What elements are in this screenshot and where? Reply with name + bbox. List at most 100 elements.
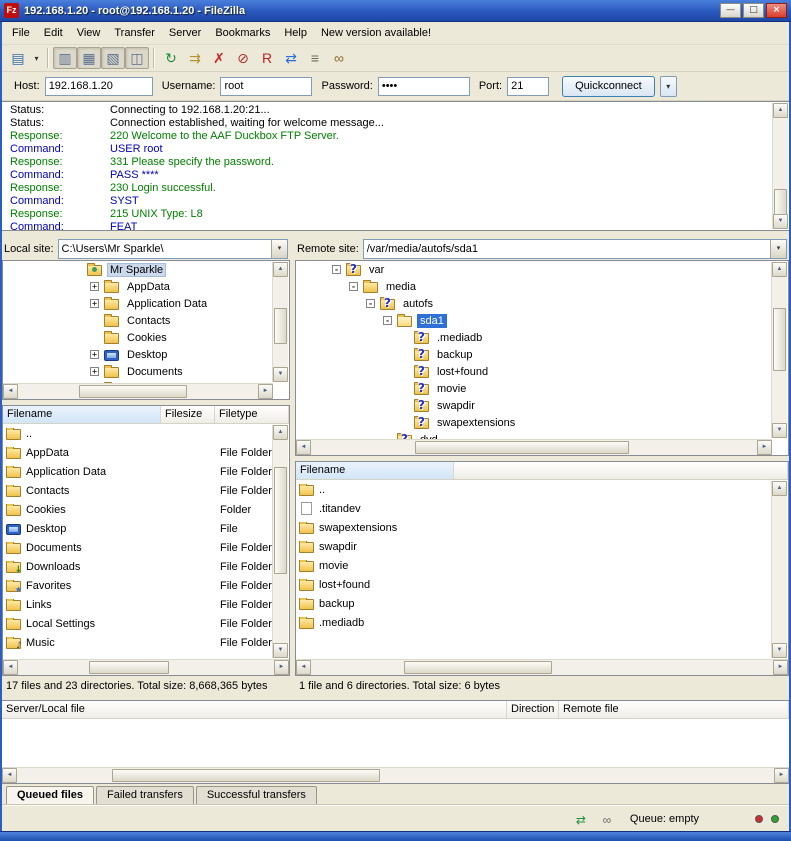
tree-item[interactable]: backup (296, 346, 788, 363)
menu-item[interactable]: Help (277, 24, 314, 42)
file-row[interactable]: Application Data File Folder (3, 462, 289, 481)
scroll-thumb[interactable] (404, 661, 552, 674)
scroll-right-icon[interactable]: ► (773, 660, 788, 675)
refresh-button[interactable]: ↻ (159, 47, 183, 69)
find-files-button[interactable]: ∞ (327, 47, 351, 69)
scroll-up-icon[interactable]: ▲ (273, 262, 288, 277)
column-header-filesize[interactable]: Filesize (161, 406, 215, 423)
column-header-filetype[interactable]: Filetype (215, 406, 289, 423)
local-list-hscrollbar[interactable]: ◄ ► (3, 659, 289, 675)
file-row[interactable]: .mediadb (296, 613, 788, 632)
remote-list-hscrollbar[interactable]: ◄ ► (296, 659, 788, 675)
tree-item[interactable]: + Documents (3, 363, 289, 380)
file-row[interactable]: Music File Folder (3, 633, 289, 652)
menu-item[interactable]: Server (162, 24, 208, 42)
queue-tab[interactable]: Successful transfers (196, 786, 317, 804)
scroll-right-icon[interactable]: ► (258, 384, 273, 399)
combo-dropdown-icon[interactable]: ▾ (271, 240, 287, 258)
expander-icon[interactable]: + (90, 350, 99, 359)
menu-item[interactable]: File (5, 24, 37, 42)
local-site-input[interactable] (59, 240, 271, 258)
tree-item[interactable]: swapdir (296, 397, 788, 414)
menu-item[interactable]: Transfer (107, 24, 162, 42)
scroll-left-icon[interactable]: ◄ (296, 660, 311, 675)
file-row[interactable]: Favorites File Folder (3, 576, 289, 595)
file-row[interactable]: .. (3, 424, 289, 443)
scroll-down-icon[interactable]: ▼ (773, 214, 788, 229)
scroll-up-icon[interactable]: ▲ (772, 481, 787, 496)
scroll-thumb[interactable] (89, 661, 169, 674)
scroll-left-icon[interactable]: ◄ (3, 384, 18, 399)
synchronized-browsing-status-icon[interactable]: ∞ (598, 811, 616, 827)
toggle-queue-view-button[interactable]: ◫ (125, 47, 149, 69)
cancel-button[interactable]: ✗ (207, 47, 231, 69)
remote-site-combo[interactable]: ▾ (363, 239, 787, 259)
column-header-direction[interactable]: Direction (507, 701, 559, 718)
queue-tab[interactable]: Queued files (6, 786, 94, 804)
file-row[interactable]: .titandev (296, 499, 788, 518)
scroll-thumb[interactable] (112, 769, 380, 782)
tree-item[interactable]: - var (296, 261, 788, 278)
menu-item[interactable]: Edit (37, 24, 70, 42)
remote-site-input[interactable] (364, 240, 770, 258)
tree-item[interactable]: movie (296, 380, 788, 397)
scroll-up-icon[interactable]: ▲ (273, 425, 288, 440)
combo-dropdown-icon[interactable]: ▾ (770, 240, 786, 258)
file-row[interactable]: Desktop File (3, 519, 289, 538)
file-row[interactable]: AppData File Folder (3, 443, 289, 462)
scroll-down-icon[interactable]: ▼ (772, 643, 787, 658)
tree-item[interactable]: Mr Sparkle (3, 261, 289, 278)
file-row[interactable]: Contacts File Folder (3, 481, 289, 500)
menu-item[interactable]: New version available! (314, 24, 438, 42)
scroll-up-icon[interactable]: ▲ (773, 103, 788, 118)
process-queue-button[interactable]: ⇉ (183, 47, 207, 69)
reconnect-button[interactable]: R (255, 47, 279, 69)
file-row[interactable]: Links File Folder (3, 595, 289, 614)
tree-item[interactable]: - autofs (296, 295, 788, 312)
column-header-server-local-file[interactable]: Server/Local file (2, 701, 507, 718)
scroll-up-icon[interactable]: ▲ (772, 262, 787, 277)
host-input[interactable] (45, 77, 153, 96)
file-row[interactable]: lost+found (296, 575, 788, 594)
scroll-thumb[interactable] (415, 441, 629, 454)
disconnect-button[interactable]: ⊘ (231, 47, 255, 69)
title-bar[interactable]: Fz 192.168.1.20 - root@192.168.1.20 - Fi… (0, 0, 791, 22)
tree-item[interactable]: swapextensions (296, 414, 788, 431)
tree-item[interactable]: .mediadb (296, 329, 788, 346)
quickconnect-dropdown[interactable]: ▾ (660, 76, 677, 97)
expander-icon[interactable]: + (90, 367, 99, 376)
expander-icon[interactable]: - (332, 265, 341, 274)
scroll-thumb[interactable] (773, 308, 786, 371)
scroll-right-icon[interactable]: ► (757, 440, 772, 455)
port-input[interactable] (507, 77, 549, 96)
maximize-button[interactable]: □ (743, 3, 764, 18)
file-row[interactable]: swapdir (296, 537, 788, 556)
file-row[interactable]: Documents File Folder (3, 538, 289, 557)
local-tree-vscrollbar[interactable]: ▲ ▼ (272, 262, 288, 382)
menu-item[interactable]: View (70, 24, 108, 42)
file-row[interactable]: movie (296, 556, 788, 575)
queue-hscrollbar[interactable]: ◄ ► (2, 767, 789, 783)
tree-item[interactable]: + Application Data (3, 295, 289, 312)
file-row[interactable]: swapextensions (296, 518, 788, 537)
site-manager-button[interactable]: ▤ (6, 47, 30, 69)
toggle-message-log-button[interactable]: ▥ (53, 47, 77, 69)
directory-comparison-status-icon[interactable]: ⇄ (572, 811, 590, 827)
tree-item[interactable]: - sda1 (296, 312, 788, 329)
remote-list-vscrollbar[interactable]: ▲ ▼ (771, 481, 787, 658)
scroll-left-icon[interactable]: ◄ (296, 440, 311, 455)
tree-item[interactable]: + Desktop (3, 346, 289, 363)
synchronized-browsing-button[interactable]: ≡ (303, 47, 327, 69)
scroll-left-icon[interactable]: ◄ (2, 768, 17, 783)
toggle-remote-tree-button[interactable]: ▧ (101, 47, 125, 69)
username-input[interactable] (220, 77, 312, 96)
site-manager-dropdown[interactable]: ▾ (30, 47, 43, 69)
local-tree-hscrollbar[interactable]: ◄ ► (3, 383, 273, 399)
expander-icon[interactable]: - (349, 282, 358, 291)
scroll-thumb[interactable] (79, 385, 187, 398)
expander-icon[interactable]: - (366, 299, 375, 308)
directory-comparison-button[interactable]: ⇄ (279, 47, 303, 69)
column-header-remote-file[interactable]: Remote file (559, 701, 789, 718)
close-button[interactable]: × (766, 3, 787, 18)
file-row[interactable]: Cookies Folder (3, 500, 289, 519)
